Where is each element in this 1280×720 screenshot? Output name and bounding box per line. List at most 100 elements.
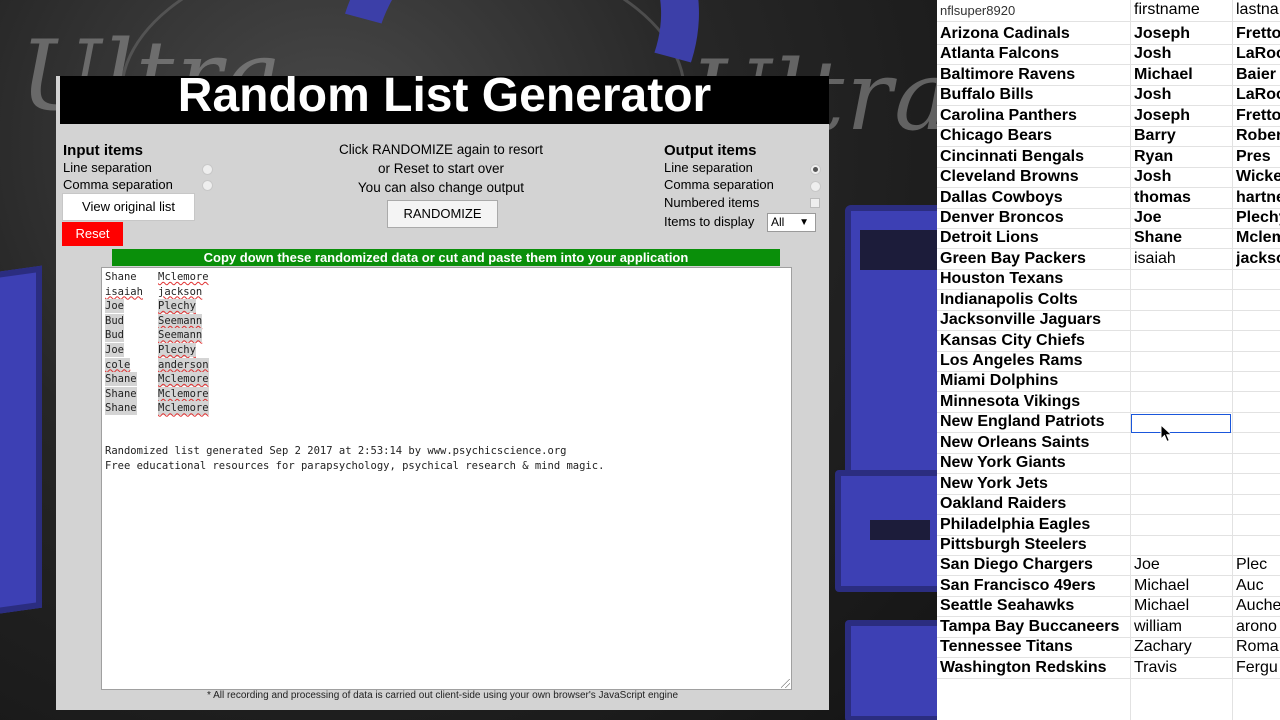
firstname-cell[interactable]: Michael [1134, 576, 1189, 596]
input-line-separation-radio[interactable] [202, 164, 213, 175]
firstname-cell[interactable]: Michael [1134, 65, 1193, 85]
lastname-cell[interactable]: hartne [1236, 188, 1280, 208]
lastname-cell[interactable]: Fretto [1236, 24, 1280, 44]
firstname-cell[interactable]: Joseph [1134, 106, 1190, 126]
firstname-cell[interactable]: Travis [1134, 658, 1177, 678]
lastname-cell[interactable]: Plec [1236, 555, 1267, 575]
mouse-cursor-icon [1160, 424, 1173, 443]
numbered-items-checkbox[interactable] [810, 198, 820, 208]
team-cell[interactable]: New Orleans Saints [940, 433, 1089, 453]
team-cell[interactable]: Arizona Cadinals [940, 24, 1070, 44]
result-first: Shane [105, 271, 137, 283]
reset-button[interactable]: Reset [62, 222, 123, 246]
output-line-separation-label: Line separation [664, 160, 753, 175]
lastname-cell[interactable]: Plechy [1236, 208, 1280, 228]
firstname-cell[interactable]: william [1134, 617, 1182, 637]
firstname-cell[interactable]: Barry [1134, 126, 1176, 146]
firstname-cell[interactable]: Shane [1134, 228, 1182, 248]
team-cell[interactable]: Kansas City Chiefs [940, 331, 1085, 351]
team-cell[interactable]: New England Patriots [940, 412, 1104, 432]
items-to-display-select[interactable]: All ▼ [767, 213, 816, 232]
output-comma-separation-radio[interactable] [810, 181, 821, 192]
lastname-cell[interactable]: Rober [1236, 126, 1280, 146]
team-cell[interactable]: Carolina Panthers [940, 106, 1077, 126]
background-blue-shape [0, 265, 42, 617]
team-cell[interactable]: Los Angeles Rams [940, 351, 1083, 371]
team-cell[interactable]: Miami Dolphins [940, 371, 1058, 391]
firstname-cell[interactable]: Zachary [1134, 637, 1192, 657]
lastname-cell[interactable]: jackso [1236, 249, 1280, 269]
disclaimer: * All recording and processing of data i… [206, 690, 679, 701]
team-cell[interactable]: Dallas Cowboys [940, 188, 1063, 208]
lastname-cell[interactable]: LaRoc [1236, 44, 1280, 64]
team-cell[interactable]: Detroit Lions [940, 228, 1039, 248]
team-cell[interactable]: Indianapolis Colts [940, 290, 1078, 310]
output-line-separation-radio[interactable] [810, 164, 821, 175]
row-divider [937, 21, 1280, 22]
team-cell[interactable]: Washington Redskins [940, 658, 1107, 678]
team-cell[interactable]: Tampa Bay Buccaneers [940, 617, 1119, 637]
firstname-cell[interactable]: thomas [1134, 188, 1191, 208]
output-comma-separation-label: Comma separation [664, 177, 774, 192]
firstname-cell[interactable]: Josh [1134, 167, 1171, 187]
resize-handle-icon[interactable] [781, 679, 790, 688]
result-last: Plechy [158, 299, 196, 314]
chevron-down-icon: ▼ [799, 217, 809, 228]
lastname-cell[interactable]: Mclem [1236, 228, 1280, 248]
input-items-heading: Input items [63, 142, 144, 159]
team-cell[interactable]: Philadelphia Eagles [940, 515, 1090, 535]
header-cell-firstname[interactable]: firstname [1134, 0, 1200, 20]
items-to-display-value: All [771, 215, 785, 229]
lastname-cell[interactable]: Wicke [1236, 167, 1280, 187]
background-dark-shape [860, 230, 937, 270]
team-cell[interactable]: Seattle Seahawks [940, 596, 1074, 616]
firstname-cell[interactable]: Joseph [1134, 24, 1190, 44]
team-cell[interactable]: Minnesota Vikings [940, 392, 1080, 412]
results-textarea[interactable]: Shane Mclemore isaiah jackson Joe Plechy… [101, 267, 792, 690]
team-cell[interactable]: Pittsburgh Steelers [940, 535, 1087, 555]
firstname-cell[interactable]: Joe [1134, 555, 1160, 575]
team-cell[interactable]: Houston Texans [940, 269, 1063, 289]
team-cell[interactable]: Atlanta Falcons [940, 44, 1059, 64]
team-cell[interactable]: Baltimore Ravens [940, 65, 1075, 85]
team-cell[interactable]: Buffalo Bills [940, 85, 1033, 105]
items-to-display-label: Items to display [664, 214, 755, 229]
lastname-cell[interactable]: LaRoc [1236, 85, 1280, 105]
team-cell[interactable]: Cincinnati Bengals [940, 147, 1084, 167]
firstname-cell[interactable]: Joe [1134, 208, 1162, 228]
firstname-cell[interactable]: isaiah [1134, 249, 1176, 269]
lastname-cell[interactable]: Fretto [1236, 106, 1280, 126]
team-cell[interactable]: Denver Broncos [940, 208, 1064, 228]
lastname-cell[interactable]: Fergu [1236, 658, 1278, 678]
team-cell[interactable]: New York Giants [940, 453, 1066, 473]
team-cell[interactable]: Green Bay Packers [940, 249, 1086, 269]
spreadsheet: nflsuper8920 firstname lastna Arizona Ca… [937, 0, 1280, 720]
team-cell[interactable]: San Francisco 49ers [940, 576, 1096, 596]
firstname-cell[interactable]: Michael [1134, 596, 1189, 616]
team-cell[interactable]: Jacksonville Jaguars [940, 310, 1101, 330]
lastname-cell[interactable]: Pres [1236, 147, 1271, 167]
team-cell[interactable]: Oakland Raiders [940, 494, 1066, 514]
team-cell[interactable]: Chicago Bears [940, 126, 1052, 146]
lastname-cell[interactable]: Roma [1236, 637, 1279, 657]
lastname-cell[interactable]: arono [1236, 617, 1277, 637]
lastname-cell[interactable]: Auc [1236, 576, 1264, 596]
input-line-separation-label: Line separation [63, 160, 152, 175]
lastname-cell[interactable]: Baier [1236, 65, 1276, 85]
firstname-cell[interactable]: Josh [1134, 85, 1171, 105]
team-cell[interactable]: New York Jets [940, 474, 1048, 494]
lastname-cell[interactable]: Auche [1236, 596, 1280, 616]
selected-cell[interactable] [1131, 414, 1231, 433]
firstname-cell[interactable]: Josh [1134, 44, 1171, 64]
team-cell[interactable]: San Diego Chargers [940, 555, 1093, 575]
team-cell[interactable]: Tennessee Titans [940, 637, 1073, 657]
randomize-button[interactable]: RANDOMIZE [387, 200, 498, 228]
input-comma-separation-radio[interactable] [202, 180, 213, 191]
header-cell-lastname[interactable]: lastna [1236, 0, 1279, 20]
header-cell-a[interactable]: nflsuper8920 [940, 1, 1015, 21]
view-original-list-button[interactable]: View original list [62, 193, 195, 221]
team-cell[interactable]: Cleveland Browns [940, 167, 1079, 187]
result-first: cole [105, 357, 131, 372]
result-first: Shane [105, 372, 137, 387]
firstname-cell[interactable]: Ryan [1134, 147, 1173, 167]
